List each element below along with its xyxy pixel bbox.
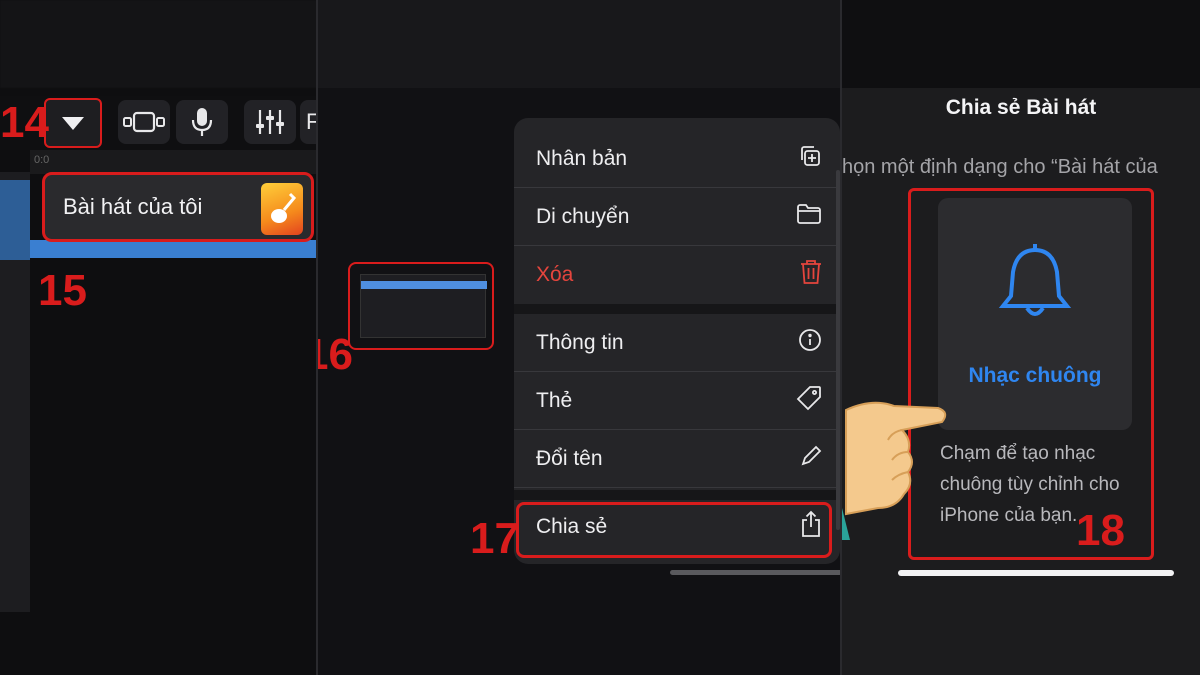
menu-item-label: Di chuyển: [536, 204, 630, 228]
song-thumbnail[interactable]: [348, 262, 494, 350]
menu-item-tags[interactable]: Thẻ: [514, 372, 840, 430]
song-tag-label: Bài hát của tôi: [63, 194, 203, 219]
track-view-icon[interactable]: [118, 100, 170, 144]
sheet-subtitle: họn một định dạng cho “Bài hát của: [842, 156, 1158, 178]
pencil-icon: [800, 445, 822, 473]
mixer-icon[interactable]: [244, 100, 296, 144]
duplicate-icon: [798, 144, 822, 174]
triangle-down-icon: [62, 116, 84, 130]
step-15: 15: [38, 266, 87, 315]
song-tag-button[interactable]: Bài hát của tôi: [42, 172, 314, 242]
share-highlight-box: [516, 502, 832, 558]
home-indicator: [670, 570, 842, 575]
step-16: 16: [318, 330, 353, 379]
garageband-tracks-panel: F 0:0 Bài hát của tôi 14 15: [0, 0, 318, 675]
menu-separator: [514, 304, 840, 314]
share-song-panel: Chia sẻ Bài hát họn một định dạng cho “B…: [842, 0, 1200, 675]
blurred-top-bar: [842, 0, 1200, 88]
garageband-icon: [261, 183, 303, 235]
timeline-ruler: 0:0: [30, 150, 318, 174]
song-context-menu-panel: 16 Nhân bản Di chuyển Xóa Thông tin Thẻ …: [318, 0, 842, 675]
menu-item-delete[interactable]: Xóa: [514, 246, 840, 304]
menu-item-label: Thẻ: [536, 388, 573, 412]
audio-region[interactable]: [30, 240, 318, 258]
step-17: 17: [470, 514, 519, 563]
sheet-title: Chia sẻ Bài hát: [945, 96, 1097, 119]
menu-item-rename[interactable]: Đổi tên: [514, 430, 840, 488]
menu-item-label: Đổi tên: [536, 446, 603, 470]
track-header-region: [0, 180, 30, 260]
menu-separator: [514, 490, 840, 500]
timeline-marker: 0:0: [34, 154, 50, 166]
thumbnail-preview: [360, 274, 487, 338]
menu-item-duplicate[interactable]: Nhân bản: [514, 130, 840, 188]
folder-icon: [796, 203, 822, 231]
menu-item-move[interactable]: Di chuyển: [514, 188, 840, 246]
thumbnail-waveform: [361, 281, 487, 289]
menu-item-label: Thông tin: [536, 330, 624, 354]
dropdown-button[interactable]: [44, 98, 102, 148]
blurred-top-bar: [318, 0, 842, 88]
tag-icon: [796, 385, 822, 417]
trash-icon: [800, 259, 822, 291]
step-18: 18: [1076, 506, 1125, 555]
step-14: 14: [0, 98, 49, 147]
microphone-icon[interactable]: [176, 100, 228, 144]
info-icon: [798, 328, 822, 358]
home-indicator: [898, 570, 1174, 576]
menu-item-info[interactable]: Thông tin: [514, 314, 840, 372]
blurred-top-bar: [0, 0, 318, 88]
menu-item-label: Nhân bản: [536, 146, 628, 170]
menu-item-label: Xóa: [536, 263, 574, 286]
pointing-hand-icon: [842, 390, 952, 540]
